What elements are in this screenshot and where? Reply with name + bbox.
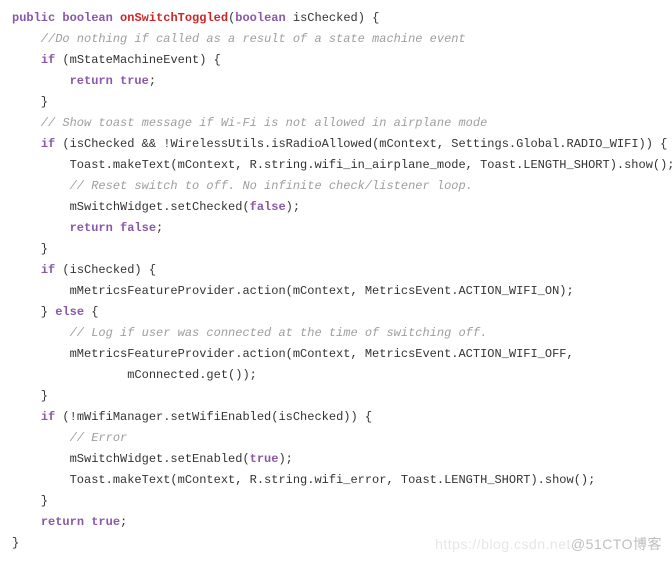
keyword: false bbox=[250, 200, 286, 214]
code-block: public boolean onSwitchToggled(boolean i… bbox=[12, 8, 660, 554]
code-line: if (!mWifiManager.setWifiEnabled(isCheck… bbox=[12, 407, 660, 428]
code-line: if (mStateMachineEvent) { bbox=[12, 50, 660, 71]
code-line: return true; bbox=[12, 71, 660, 92]
keyword: else bbox=[55, 305, 84, 319]
keyword: return bbox=[70, 74, 113, 88]
code-line: } bbox=[12, 386, 660, 407]
code-line: } bbox=[12, 92, 660, 113]
code-line: if (isChecked && !WirelessUtils.isRadioA… bbox=[12, 134, 660, 155]
keyword: false bbox=[120, 221, 156, 235]
comment: // Error bbox=[12, 428, 660, 449]
comment: // Reset switch to off. No infinite chec… bbox=[12, 176, 660, 197]
keyword: return bbox=[41, 515, 84, 529]
code-line: return true; bbox=[12, 512, 660, 533]
watermark-text: @51CTO博客 bbox=[571, 536, 662, 552]
keyword: if bbox=[41, 410, 55, 424]
code-line: } bbox=[12, 239, 660, 260]
watermark-url: https://blog.csdn.net bbox=[435, 536, 571, 552]
keyword: public bbox=[12, 11, 55, 25]
code-line: Toast.makeText(mContext, R.string.wifi_i… bbox=[12, 155, 660, 176]
comment: // Log if user was connected at the time… bbox=[12, 323, 660, 344]
comment: // Show toast message if Wi-Fi is not al… bbox=[12, 113, 660, 134]
keyword: if bbox=[41, 137, 55, 151]
keyword: if bbox=[41, 263, 55, 277]
code-line: mMetricsFeatureProvider.action(mContext,… bbox=[12, 344, 660, 365]
code-line: public boolean onSwitchToggled(boolean i… bbox=[12, 8, 660, 29]
keyword: true bbox=[250, 452, 279, 466]
code-line: mConnected.get()); bbox=[12, 365, 660, 386]
code-line: } else { bbox=[12, 302, 660, 323]
comment: //Do nothing if called as a result of a … bbox=[12, 29, 660, 50]
keyword: return bbox=[70, 221, 113, 235]
code-line: mSwitchWidget.setEnabled(true); bbox=[12, 449, 660, 470]
keyword: true bbox=[120, 74, 149, 88]
keyword: if bbox=[41, 53, 55, 67]
keyword: boolean bbox=[235, 11, 285, 25]
code-line: if (isChecked) { bbox=[12, 260, 660, 281]
keyword: true bbox=[91, 515, 120, 529]
code-line: return false; bbox=[12, 218, 660, 239]
code-line: mMetricsFeatureProvider.action(mContext,… bbox=[12, 281, 660, 302]
method-name: onSwitchToggled bbox=[120, 11, 228, 25]
watermark: https://blog.csdn.net@51CTO博客 bbox=[435, 532, 662, 557]
code-line: mSwitchWidget.setChecked(false); bbox=[12, 197, 660, 218]
code-line: Toast.makeText(mContext, R.string.wifi_e… bbox=[12, 470, 660, 491]
keyword: boolean bbox=[62, 11, 112, 25]
code-line: } bbox=[12, 491, 660, 512]
